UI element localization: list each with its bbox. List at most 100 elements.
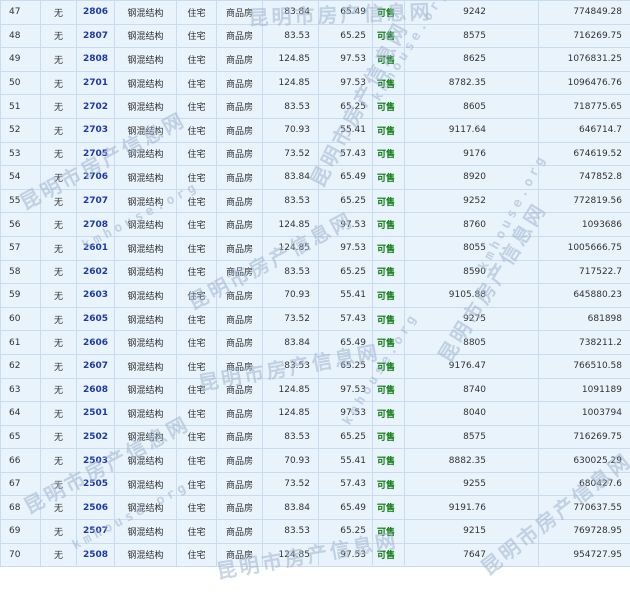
cell-area: 124.85	[262, 235, 319, 261]
cell-inner-area: 65.49	[318, 165, 373, 190]
room-number-link[interactable]: 2607	[83, 361, 108, 371]
cell-status: 可售	[372, 495, 405, 521]
room-number-link[interactable]: 2501	[83, 408, 108, 418]
cell-unit-price: 9105.88	[404, 283, 539, 308]
room-number-link[interactable]: 2506	[83, 503, 108, 513]
cell-unit-price: 9275	[404, 306, 539, 332]
room-number-link[interactable]: 2708	[83, 220, 108, 230]
cell-unit-price: 9117.64	[404, 117, 539, 143]
cell-room: 2608	[76, 377, 115, 403]
cell-status: 可售	[372, 353, 405, 379]
cell-inner-area: 57.43	[318, 306, 373, 332]
room-number-link[interactable]: 2703	[83, 125, 108, 135]
cell-inner-area: 55.41	[318, 448, 373, 473]
cell-status: 可售	[372, 212, 405, 237]
cell-structure: 钢混结构	[114, 94, 177, 119]
room-number-link[interactable]: 2605	[83, 314, 108, 324]
cell-total-price: 747852.8	[538, 165, 630, 190]
cell-unit-price: 8740	[404, 377, 539, 403]
cell-status: 可售	[372, 47, 405, 72]
cell-usage: 住宅	[176, 259, 217, 285]
cell-usage: 住宅	[176, 519, 217, 544]
cell-inner-area: 65.25	[318, 519, 373, 544]
cell-inner-area: 65.25	[318, 188, 373, 214]
cell-unit-price: 8055	[404, 235, 539, 261]
cell-house-type: 商品房	[216, 519, 263, 544]
cell-unit-price: 9176	[404, 141, 539, 167]
cell-seq: 53	[0, 141, 41, 167]
cell-inner-area: 97.53	[318, 401, 373, 426]
cell-unit-price: 8882.35	[404, 448, 539, 473]
room-number-link[interactable]: 2706	[83, 172, 108, 182]
cell-seq: 55	[0, 188, 41, 214]
cell-status: 可售	[372, 188, 405, 214]
cell-house-type: 商品房	[216, 424, 263, 450]
room-number-link[interactable]: 2806	[83, 7, 108, 17]
cell-structure: 钢混结构	[114, 377, 177, 403]
room-number-link[interactable]: 2601	[83, 243, 108, 253]
room-number-link[interactable]: 2602	[83, 267, 108, 277]
cell-room: 2502	[76, 424, 115, 450]
cell-seq: 70	[0, 542, 41, 568]
cell-total-price: 772819.56	[538, 188, 630, 214]
room-number-link[interactable]: 2507	[83, 526, 108, 536]
cell-unit-price: 9242	[404, 0, 539, 25]
room-number-link[interactable]: 2603	[83, 290, 108, 300]
cell-area: 83.53	[262, 353, 319, 379]
cell-usage: 住宅	[176, 353, 217, 379]
cell-inner-area: 97.53	[318, 542, 373, 568]
cell-seq: 48	[0, 23, 41, 49]
cell-mortgage: 无	[40, 259, 77, 285]
room-number-link[interactable]: 2508	[83, 550, 108, 560]
cell-unit-price: 8605	[404, 94, 539, 119]
cell-seq: 66	[0, 448, 41, 473]
cell-status: 可售	[372, 94, 405, 119]
cell-structure: 钢混结构	[114, 165, 177, 190]
cell-room: 2506	[76, 495, 115, 521]
room-number-link[interactable]: 2608	[83, 385, 108, 395]
cell-area: 83.53	[262, 259, 319, 285]
cell-inner-area: 65.25	[318, 23, 373, 49]
cell-area: 124.85	[262, 212, 319, 237]
cell-inner-area: 55.41	[318, 283, 373, 308]
cell-inner-area: 55.41	[318, 117, 373, 143]
cell-status: 可售	[372, 330, 405, 355]
cell-usage: 住宅	[176, 235, 217, 261]
cell-unit-price: 9191.76	[404, 495, 539, 521]
cell-status: 可售	[372, 70, 405, 96]
cell-room: 2703	[76, 117, 115, 143]
cell-usage: 住宅	[176, 47, 217, 72]
cell-unit-price: 8040	[404, 401, 539, 426]
cell-mortgage: 无	[40, 519, 77, 544]
cell-seq: 64	[0, 401, 41, 426]
cell-mortgage: 无	[40, 353, 77, 379]
cell-room: 2806	[76, 0, 115, 25]
cell-structure: 钢混结构	[114, 188, 177, 214]
cell-total-price: 1076831.25	[538, 47, 630, 72]
room-number-link[interactable]: 2701	[83, 78, 108, 88]
cell-structure: 钢混结构	[114, 330, 177, 355]
cell-house-type: 商品房	[216, 401, 263, 426]
cell-area: 83.53	[262, 519, 319, 544]
room-number-link[interactable]: 2808	[83, 54, 108, 64]
room-number-link[interactable]: 2702	[83, 102, 108, 112]
room-number-link[interactable]: 2505	[83, 479, 108, 489]
cell-status: 可售	[372, 235, 405, 261]
cell-structure: 钢混结构	[114, 0, 177, 25]
cell-seq: 56	[0, 212, 41, 237]
cell-inner-area: 97.53	[318, 235, 373, 261]
cell-inner-area: 57.43	[318, 141, 373, 167]
room-number-link[interactable]: 2807	[83, 31, 108, 41]
cell-total-price: 681898	[538, 306, 630, 332]
room-number-link[interactable]: 2503	[83, 456, 108, 466]
room-number-link[interactable]: 2606	[83, 338, 108, 348]
room-number-link[interactable]: 2705	[83, 149, 108, 159]
cell-unit-price: 9252	[404, 188, 539, 214]
room-number-link[interactable]: 2707	[83, 196, 108, 206]
cell-total-price: 680427.6	[538, 471, 630, 497]
cell-seq: 61	[0, 330, 41, 355]
cell-status: 可售	[372, 141, 405, 167]
room-number-link[interactable]: 2502	[83, 432, 108, 442]
cell-house-type: 商品房	[216, 23, 263, 49]
cell-area: 83.53	[262, 188, 319, 214]
